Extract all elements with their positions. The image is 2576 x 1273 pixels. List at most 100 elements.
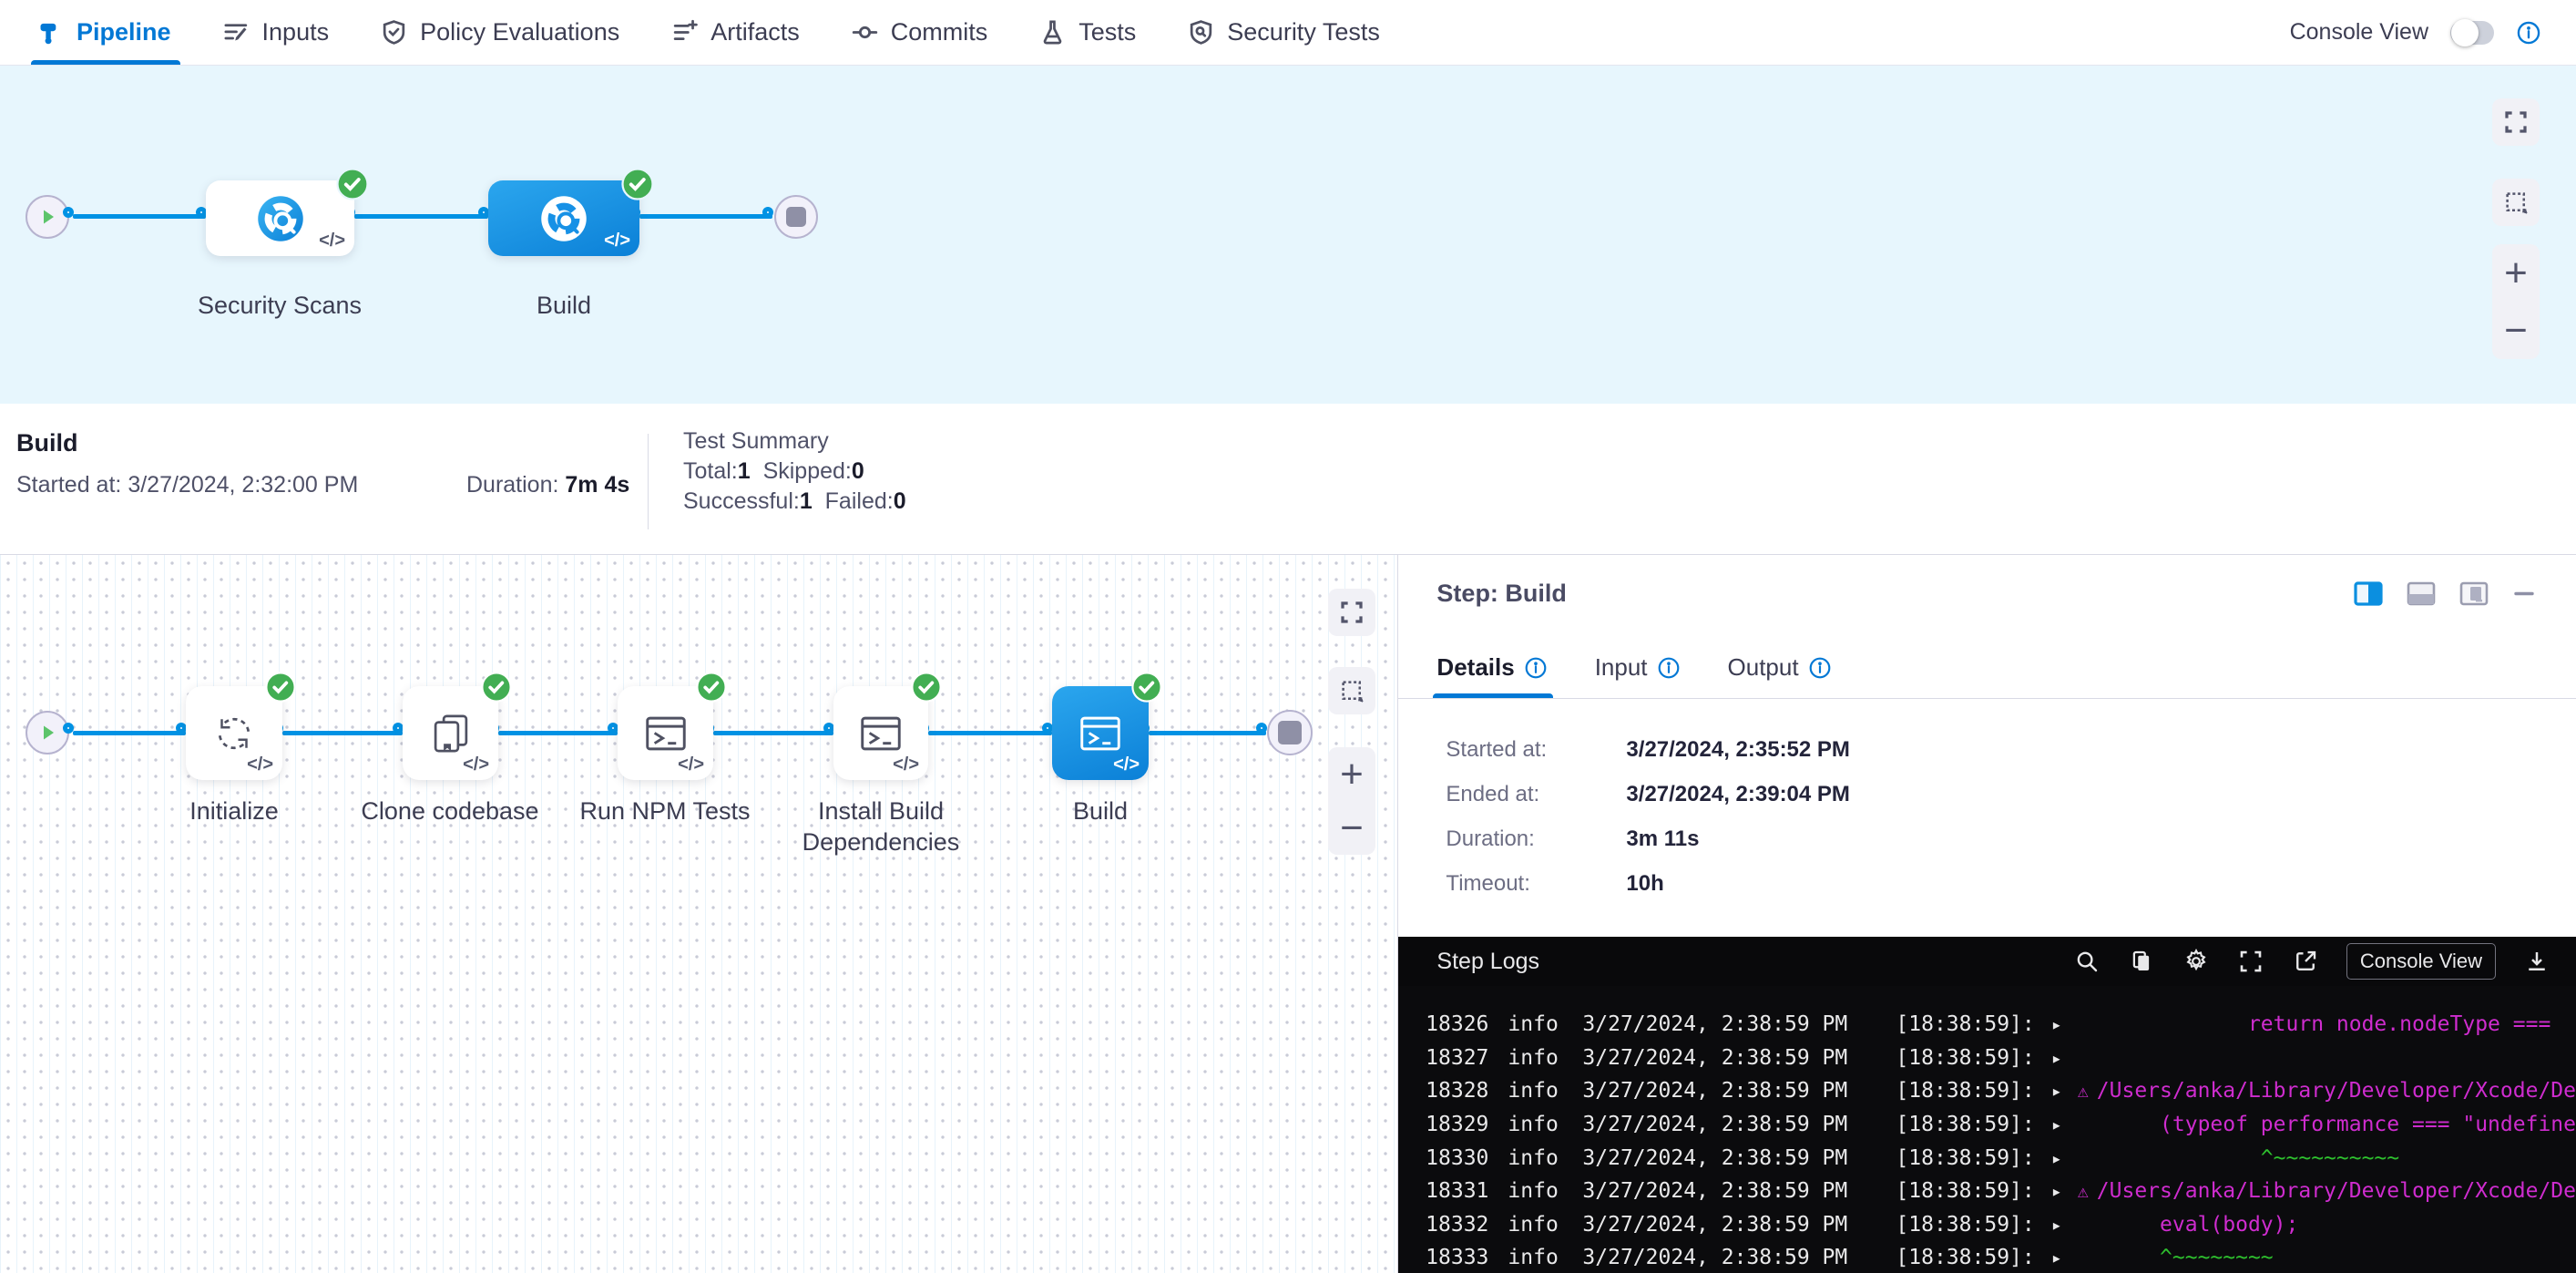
- log-line[interactable]: 18331info3/27/2024, 2:38:59 PM[18:38:59]…: [1398, 1175, 2576, 1208]
- success-badge: [911, 672, 944, 704]
- tab-inputs[interactable]: Inputs: [222, 0, 330, 65]
- log-line[interactable]: 18333info3/27/2024, 2:38:59 PM[18:38:59]…: [1398, 1241, 2576, 1273]
- zoom-in-button[interactable]: +: [1328, 747, 1375, 801]
- stage-card-build[interactable]: </>: [488, 180, 639, 256]
- edge: [73, 214, 206, 219]
- code-glyph: </>: [1113, 755, 1140, 775]
- info-icon[interactable]: [1808, 656, 1832, 680]
- log-line[interactable]: 18327info3/27/2024, 2:38:59 PM[18:38:59]…: [1398, 1042, 2576, 1075]
- flask-icon: [1038, 18, 1067, 46]
- log-line[interactable]: 18329info3/27/2024, 2:38:59 PM[18:38:59]…: [1398, 1108, 2576, 1142]
- zoom-in-button[interactable]: +: [2492, 244, 2540, 302]
- log-timestamp: 3/27/2024, 2:38:59 PM: [1582, 1113, 1848, 1136]
- log-level: info: [1508, 1213, 1558, 1237]
- log-timestamp: 3/27/2024, 2:38:59 PM: [1582, 1179, 1848, 1203]
- log-level: info: [1508, 1246, 1558, 1269]
- tab-details[interactable]: Details: [1436, 653, 1547, 698]
- console-view-button[interactable]: Console View: [2346, 943, 2496, 980]
- artifacts-icon: [670, 18, 699, 46]
- expand-arrow-icon[interactable]: ▸: [2051, 1114, 2062, 1135]
- step-logs: Step Logs Console View 18326info3/27/202…: [1398, 937, 2576, 1273]
- log-line[interactable]: 18330info3/27/2024, 2:38:59 PM[18:38:59]…: [1398, 1141, 2576, 1175]
- tab-artifacts[interactable]: Artifacts: [670, 0, 800, 65]
- fullscreen-button[interactable]: [2492, 98, 2540, 146]
- check-icon: [1131, 672, 1162, 703]
- start-node: [26, 711, 69, 755]
- tab-policy-evaluations[interactable]: Policy Evaluations: [380, 0, 619, 65]
- edge: [282, 731, 403, 735]
- log-timestamp: 3/27/2024, 2:38:59 PM: [1582, 1213, 1848, 1237]
- copy-icon[interactable]: [2128, 948, 2155, 975]
- gear-icon[interactable]: [2182, 948, 2210, 975]
- step-logs-title: Step Logs: [1436, 949, 1539, 975]
- expand-arrow-icon[interactable]: ▸: [2051, 1180, 2062, 1202]
- tab-output[interactable]: Output: [1728, 653, 1832, 698]
- success-badge: [1131, 672, 1164, 704]
- minimize-icon[interactable]: [2512, 581, 2536, 606]
- code-glyph: </>: [319, 231, 345, 252]
- log-line[interactable]: 18332info3/27/2024, 2:38:59 PM[18:38:59]…: [1398, 1208, 2576, 1242]
- multi-select-button[interactable]: [2492, 179, 2540, 226]
- console-view-toggle[interactable]: [2450, 21, 2494, 45]
- layout-right-pane-icon[interactable]: [2354, 581, 2383, 606]
- info-icon[interactable]: [1524, 656, 1548, 680]
- info-icon[interactable]: [1657, 656, 1681, 680]
- layout-bottom-pane-icon[interactable]: [2407, 581, 2436, 606]
- selection-box-icon: [1338, 677, 1365, 704]
- expand-arrow-icon[interactable]: ▸: [2051, 1013, 2062, 1035]
- fullscreen-icon: [2502, 108, 2530, 136]
- clone-icon: [426, 709, 475, 758]
- expand-arrow-icon[interactable]: ▸: [2051, 1047, 2062, 1069]
- expand-arrow-icon[interactable]: ▸: [2051, 1247, 2062, 1268]
- log-line-number: 18328: [1425, 1079, 1488, 1103]
- check-icon: [696, 672, 727, 703]
- warning-icon: ⚠: [2070, 1180, 2097, 1202]
- search-icon[interactable]: [2073, 948, 2101, 975]
- stage-graph-canvas[interactable]: </> Security Scans </> Build + −: [0, 66, 2576, 404]
- stage-label: Build: [455, 290, 673, 321]
- zoom-out-button[interactable]: −: [1328, 801, 1375, 855]
- tab-label: Inputs: [262, 18, 330, 46]
- detail-row-started-at: Started at: 3/27/2024, 2:35:52 PM: [1446, 737, 2576, 763]
- tab-pipeline[interactable]: Pipeline: [36, 0, 171, 65]
- stage-card-security-scans[interactable]: </>: [206, 180, 354, 256]
- expand-arrow-icon[interactable]: ▸: [2051, 1147, 2062, 1169]
- multi-select-button[interactable]: [1328, 667, 1375, 714]
- fullscreen-button[interactable]: [1328, 589, 1375, 636]
- stop-icon: [1278, 721, 1302, 744]
- terminal-icon: [856, 709, 905, 758]
- step-logs-output[interactable]: 18326info3/27/2024, 2:38:59 PM[18:38:59]…: [1398, 986, 2576, 1273]
- expand-arrow-icon[interactable]: ▸: [2051, 1080, 2062, 1102]
- zoom-out-button[interactable]: −: [2492, 302, 2540, 359]
- tab-security-tests[interactable]: Security Tests: [1187, 0, 1380, 65]
- info-icon[interactable]: [2516, 20, 2541, 46]
- stage-label: Security Scans: [170, 290, 389, 321]
- log-line-number: 18332: [1425, 1213, 1488, 1237]
- log-line[interactable]: 18326info3/27/2024, 2:38:59 PM[18:38:59]…: [1398, 1008, 2576, 1042]
- start-node: [26, 195, 69, 239]
- tab-input[interactable]: Input: [1595, 653, 1681, 698]
- step-label: Install Build Dependencies: [772, 796, 990, 857]
- log-timestamp: 3/27/2024, 2:38:59 PM: [1582, 1079, 1848, 1103]
- tab-label: Tests: [1078, 18, 1136, 46]
- test-summary-title: Test Summary: [683, 426, 906, 457]
- download-icon[interactable]: [2523, 948, 2550, 975]
- step-details-panel: Step: Build Details Input Output: [1398, 555, 2576, 1273]
- tab-label: Details: [1436, 653, 1514, 682]
- tab-label: Security Tests: [1227, 18, 1380, 46]
- panel-layout-controls: [2354, 581, 2536, 606]
- log-line[interactable]: 18328info3/27/2024, 2:38:59 PM[18:38:59]…: [1398, 1074, 2576, 1108]
- expand-arrow-icon[interactable]: ▸: [2051, 1214, 2062, 1236]
- ci-stage-icon: [539, 194, 588, 243]
- tab-tests[interactable]: Tests: [1038, 0, 1136, 65]
- fullscreen-icon: [1338, 599, 1365, 626]
- check-icon: [265, 672, 296, 703]
- layout-floating-pane-icon[interactable]: [2459, 581, 2489, 606]
- step-graph-canvas[interactable]: </> Initialize </> Clone codebase </>: [0, 555, 1398, 1273]
- log-time-token: [18:38:59]:: [1896, 1146, 2034, 1170]
- fullscreen-icon[interactable]: [2237, 948, 2264, 975]
- tab-label: Pipeline: [77, 18, 171, 46]
- open-in-new-icon[interactable]: [2292, 948, 2319, 975]
- tab-commits[interactable]: Commits: [851, 0, 988, 65]
- success-badge: [265, 672, 298, 704]
